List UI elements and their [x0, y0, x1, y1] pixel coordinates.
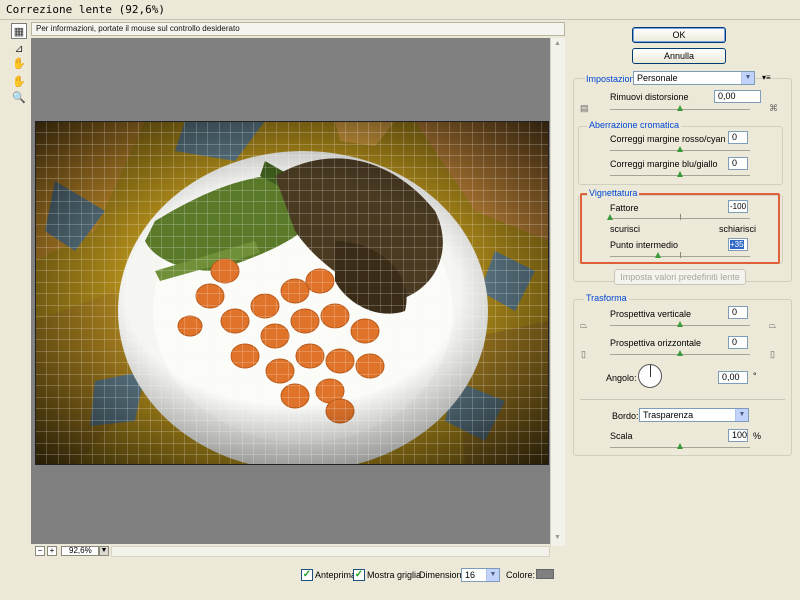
preview-checkbox[interactable]: ✓: [301, 569, 313, 581]
vertical-perspective-field[interactable]: 0: [728, 306, 748, 319]
red-cyan-slider-thumb[interactable]: [677, 146, 683, 152]
blue-yellow-label: Correggi margine blu/giallo: [610, 159, 718, 169]
red-cyan-label: Correggi margine rosso/cyan: [610, 134, 726, 144]
settings-label: Impostazioni:: [585, 74, 641, 84]
scroll-up-icon[interactable]: ▲: [554, 40, 561, 47]
move-grid-tool-icon[interactable]: ✋: [11, 55, 27, 71]
grid-color-label: Colore:: [506, 570, 536, 580]
vignette-title: Vignettatura: [587, 188, 640, 198]
horizontal-perspective-slider-thumb[interactable]: [677, 350, 683, 356]
grid-size-value: 16: [465, 570, 476, 580]
window-title: Correzione lente (92,6%): [6, 3, 165, 16]
angle-dial-needle: [650, 365, 651, 377]
settings-select[interactable]: Personale ▼: [633, 71, 755, 85]
grid-color-swatch[interactable]: [536, 569, 554, 579]
vertical-perspective-slider-thumb[interactable]: [677, 321, 683, 327]
zoom-in-button[interactable]: +: [47, 546, 57, 556]
scale-field[interactable]: 100: [728, 429, 748, 442]
angle-unit: °: [753, 371, 757, 381]
blue-yellow-slider-thumb[interactable]: [677, 171, 683, 177]
edge-label: Bordo:: [612, 411, 639, 421]
remove-distortion-field[interactable]: 0,00: [714, 90, 761, 103]
vertical-perspective-label: Prospettiva verticale: [610, 309, 692, 319]
show-grid-label: Mostra griglia: [367, 570, 422, 580]
info-text: Per informazioni, portate il mouse sul c…: [36, 24, 240, 33]
settings-value: Personale: [637, 73, 678, 83]
set-lens-defaults-button[interactable]: Imposta valori predefiniti lente: [614, 269, 746, 285]
preview-label: Anteprima: [315, 570, 357, 580]
vignette-midpoint-center-tick: [680, 252, 681, 258]
zoom-out-button[interactable]: −: [35, 546, 45, 556]
transform-title: Trasforma: [584, 293, 629, 303]
scale-unit: %: [753, 431, 762, 441]
remove-distortion-slider-thumb[interactable]: [677, 105, 683, 111]
show-grid-checkbox[interactable]: ✓: [353, 569, 365, 581]
grid-size-select[interactable]: 16 ▼: [461, 568, 500, 582]
ok-button[interactable]: OK: [632, 27, 726, 43]
edge-value: Trasparenza: [643, 410, 694, 420]
settings-menu-icon[interactable]: ▾≡: [762, 73, 771, 82]
scale-slider-thumb[interactable]: [677, 443, 683, 449]
transform-divider: [580, 399, 785, 400]
angle-field[interactable]: 0,00: [718, 371, 748, 384]
photo-illustration: [35, 121, 549, 465]
horizontal-perspective-right-icon: ▯: [770, 349, 775, 359]
edge-select[interactable]: Trasparenza ▼: [639, 408, 749, 422]
vignette-amount-center-tick: [680, 214, 681, 220]
horizontal-perspective-label: Prospettiva orizzontale: [610, 338, 702, 348]
scale-label: Scala: [610, 431, 633, 441]
angle-dial[interactable]: [638, 364, 662, 388]
horizontal-perspective-field[interactable]: 0: [728, 336, 748, 349]
straighten-tool-icon[interactable]: ⊿: [11, 40, 27, 56]
vignette-midpoint-slider-thumb[interactable]: [655, 252, 661, 258]
hand-tool-icon[interactable]: ✋: [11, 73, 27, 89]
vignette-midpoint-field[interactable]: +35: [728, 238, 748, 251]
horizontal-scrollbar[interactable]: [111, 546, 550, 557]
remove-distortion-label: Rimuovi distorsione: [610, 92, 689, 102]
title-bar: Correzione lente (92,6%): [0, 0, 800, 20]
vignette-amount-field[interactable]: -100: [728, 200, 748, 213]
preview-image: [35, 121, 549, 465]
info-bar: Per informazioni, portate il mouse sul c…: [31, 22, 565, 36]
chevron-down-icon: ▼: [741, 72, 754, 84]
vertical-perspective-left-icon: ⏢: [580, 320, 588, 330]
vignette-amount-slider-thumb[interactable]: [607, 214, 613, 220]
remove-distortion-tool-icon[interactable]: ▦: [11, 23, 27, 39]
zoom-level-field[interactable]: 92,6%: [61, 546, 99, 556]
barrel-distortion-icon: ▤: [580, 103, 589, 113]
cancel-button[interactable]: Annulla: [632, 48, 726, 64]
zoom-tool-icon[interactable]: 🔍: [11, 89, 27, 105]
angle-label: Angolo:: [606, 373, 637, 383]
blue-yellow-field[interactable]: 0: [728, 157, 748, 170]
chevron-down-icon: ▼: [735, 409, 748, 421]
lighten-label: schiarisci: [719, 224, 757, 234]
horizontal-perspective-left-icon: ▯: [581, 349, 586, 359]
darken-label: scurisci: [610, 224, 641, 234]
vertical-scrollbar[interactable]: ▲ ▼: [550, 38, 565, 546]
chevron-down-icon: ▼: [486, 569, 499, 581]
vignette-midpoint-value: +35: [730, 240, 744, 249]
red-cyan-field[interactable]: 0: [728, 131, 748, 144]
pincushion-distortion-icon: ⌘: [769, 103, 778, 113]
scroll-down-icon[interactable]: ▼: [554, 534, 561, 541]
vignette-amount-label: Fattore: [610, 203, 639, 213]
vignette-midpoint-label: Punto intermedio: [610, 240, 679, 250]
zoom-dropdown-icon[interactable]: ▼: [99, 546, 109, 556]
chromatic-aberration-title: Aberrazione cromatica: [587, 120, 682, 130]
vertical-perspective-right-icon: ⏢: [769, 320, 777, 330]
